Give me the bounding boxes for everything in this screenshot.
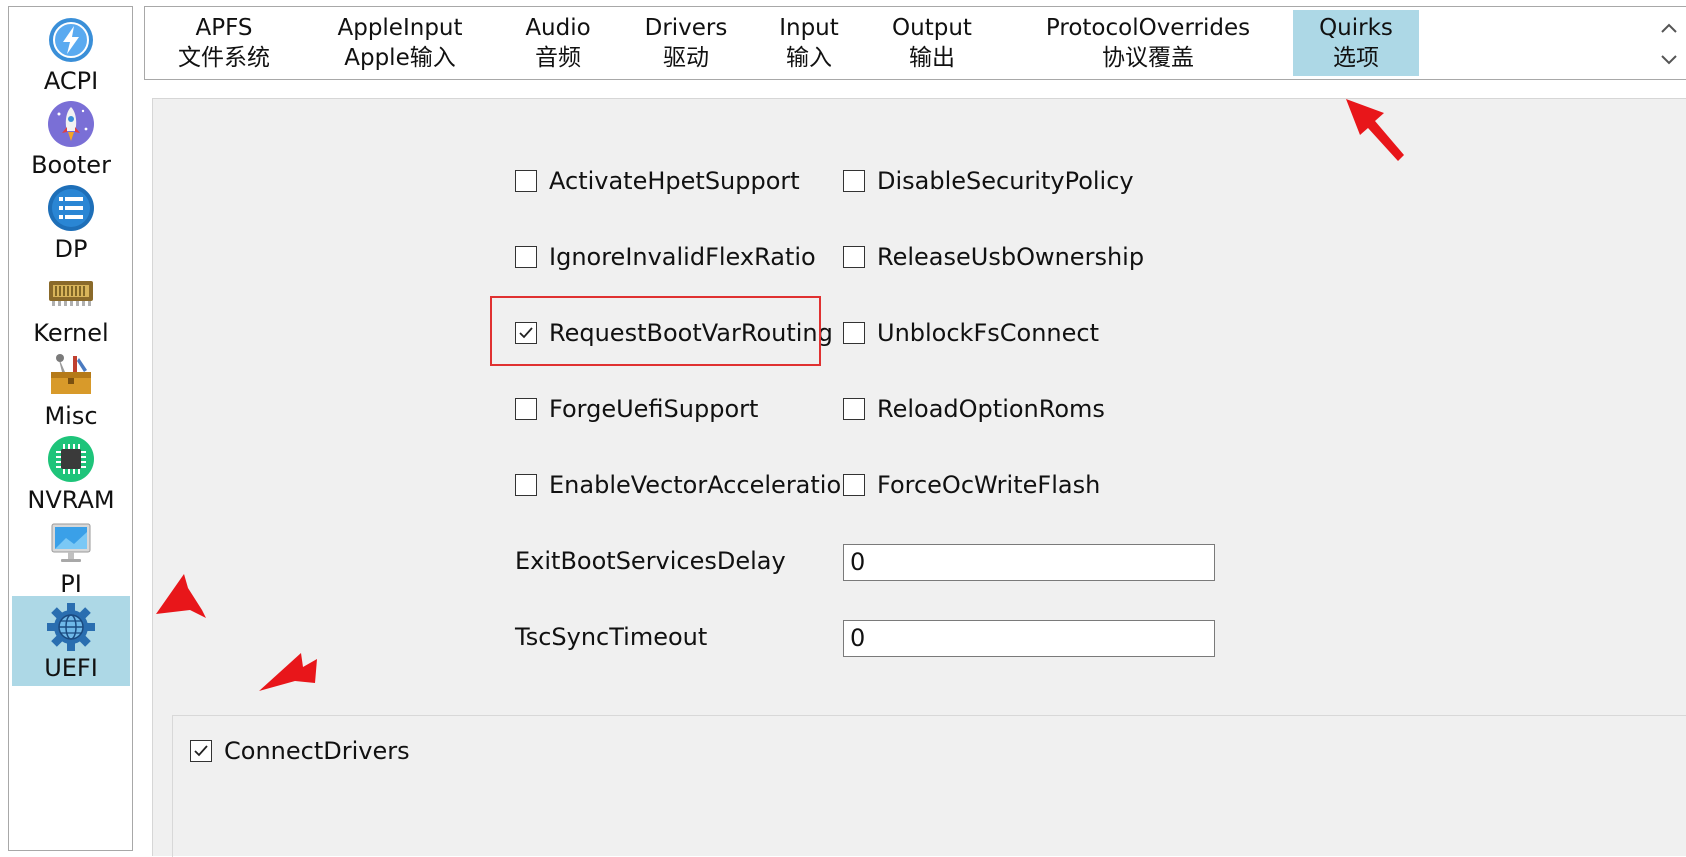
enablevectoracceleration-label: EnableVectorAcceleration bbox=[549, 471, 857, 499]
tab-label: AppleInput bbox=[337, 15, 463, 41]
tab-label: Input bbox=[779, 15, 839, 41]
tab-label: Audio bbox=[525, 15, 591, 41]
tab-sublabel: 输入 bbox=[786, 45, 832, 71]
releaseusbownership-label: ReleaseUsbOwnership bbox=[877, 243, 1145, 271]
tab-sublabel: 驱动 bbox=[663, 45, 709, 71]
tab-apfs[interactable]: APFS 文件系统 bbox=[155, 10, 293, 76]
tscsynctimeout-label: TscSyncTimeout bbox=[515, 623, 708, 651]
tab-label: Drivers bbox=[644, 15, 728, 41]
tab-output[interactable]: Output 输出 bbox=[879, 10, 985, 76]
annotation-arrow-icon bbox=[259, 653, 317, 691]
tab-scroll-buttons[interactable] bbox=[1656, 8, 1682, 74]
chevron-down-icon[interactable] bbox=[1661, 55, 1677, 65]
dp-list-icon bbox=[48, 185, 94, 231]
sidebar-item-kernel[interactable]: Kernel bbox=[12, 261, 130, 351]
checkmark-icon bbox=[194, 745, 208, 757]
tab-sublabel: 文件系统 bbox=[178, 45, 270, 71]
sidebar-item-uefi[interactable]: UEFI bbox=[12, 596, 130, 686]
ignoreinvalidflexratio-label: IgnoreInvalidFlexRatio bbox=[549, 243, 816, 271]
unblockfsconnect-checkbox[interactable] bbox=[843, 322, 865, 344]
chevron-up-icon[interactable] bbox=[1661, 23, 1677, 33]
disablesecuritypolicy-label: DisableSecurityPolicy bbox=[877, 167, 1134, 195]
tab-sublabel: Apple输入 bbox=[344, 45, 456, 71]
sidebar-item-dp[interactable]: DP bbox=[12, 177, 130, 267]
enablevectoracceleration-checkbox[interactable] bbox=[515, 474, 537, 496]
tab-sublabel: 输出 bbox=[909, 45, 955, 71]
tab-drivers[interactable]: Drivers 驱动 bbox=[627, 10, 745, 76]
unblockfsconnect-label: UnblockFsConnect bbox=[877, 319, 1099, 347]
sidebar-item-misc[interactable]: Misc bbox=[12, 344, 130, 434]
exitbootservicesdelay-input[interactable]: 0 bbox=[843, 544, 1215, 581]
tab-sublabel: 协议覆盖 bbox=[1102, 45, 1194, 71]
tab-label: APFS bbox=[195, 15, 253, 41]
forgeuefisupport-checkbox[interactable] bbox=[515, 398, 537, 420]
disablesecuritypolicy-checkbox[interactable] bbox=[843, 170, 865, 192]
tab-label: ProtocolOverrides bbox=[1045, 15, 1251, 41]
uefi-gear-icon bbox=[47, 603, 95, 651]
tab-label: Output bbox=[892, 15, 972, 41]
forgeuefisupport-label: ForgeUefiSupport bbox=[549, 395, 759, 423]
activatehpetsupport-label: ActivateHpetSupport bbox=[549, 167, 800, 195]
reloadoptionroms-label: ReloadOptionRoms bbox=[877, 395, 1105, 423]
sidebar-item-label: Booter bbox=[31, 151, 111, 179]
sidebar-item-booter[interactable]: Booter bbox=[12, 93, 130, 183]
annotation-arrow-icon bbox=[156, 574, 206, 618]
pi-monitor-icon bbox=[51, 523, 91, 562]
nvram-chip-icon bbox=[48, 436, 94, 482]
reloadoptionroms-checkbox[interactable] bbox=[843, 398, 865, 420]
acpi-lightning-icon bbox=[49, 18, 93, 62]
sidebar-item-pi[interactable]: PI bbox=[12, 512, 130, 602]
tab-audio[interactable]: Audio 音频 bbox=[507, 10, 609, 76]
sidebar-item-acpi[interactable]: ACPI bbox=[12, 9, 130, 99]
sidebar-item-label: NVRAM bbox=[27, 486, 115, 514]
tab-protocoloverrides[interactable]: ProtocolOverrides 协议覆盖 bbox=[1023, 10, 1273, 76]
connectdrivers-label: ConnectDrivers bbox=[224, 737, 410, 765]
tab-sublabel: 选项 bbox=[1333, 45, 1379, 71]
tab-input[interactable]: Input 输入 bbox=[759, 10, 859, 76]
sidebar-item-label: Kernel bbox=[33, 319, 109, 347]
tab-quirks[interactable]: Quirks 选项 bbox=[1293, 10, 1419, 76]
sidebar: ACPI Booter DP Kernel Misc NVRAM PI UEFI bbox=[8, 6, 133, 851]
sidebar-item-label: ACPI bbox=[43, 67, 99, 95]
releaseusbownership-checkbox[interactable] bbox=[843, 246, 865, 268]
sidebar-item-label: UEFI bbox=[44, 654, 98, 682]
sidebar-item-nvram[interactable]: NVRAM bbox=[12, 428, 130, 518]
forceocwriteflash-label: ForceOcWriteFlash bbox=[877, 471, 1101, 499]
tab-appleinput[interactable]: AppleInput Apple输入 bbox=[325, 10, 475, 76]
booter-rocket-icon bbox=[48, 101, 94, 147]
ignoreinvalidflexratio-checkbox[interactable] bbox=[515, 246, 537, 268]
highlight-box bbox=[490, 296, 821, 366]
kernel-chip-icon bbox=[49, 281, 93, 306]
sidebar-item-label: Misc bbox=[44, 402, 98, 430]
misc-toolbox-icon bbox=[51, 354, 91, 394]
sidebar-item-label: PI bbox=[60, 570, 82, 598]
activatehpetsupport-checkbox[interactable] bbox=[515, 170, 537, 192]
sidebar-item-label: DP bbox=[54, 235, 88, 263]
tab-bar: APFS 文件系统 AppleInput Apple输入 Audio 音频 Dr… bbox=[144, 6, 1686, 80]
exitbootservicesdelay-label: ExitBootServicesDelay bbox=[515, 547, 786, 575]
tab-sublabel: 音频 bbox=[535, 45, 581, 71]
forceocwriteflash-checkbox[interactable] bbox=[843, 474, 865, 496]
connect-drivers-group: ConnectDrivers bbox=[172, 715, 1686, 857]
tab-label: Quirks bbox=[1319, 15, 1393, 41]
annotation-arrow-icon bbox=[1346, 99, 1404, 161]
tscsynctimeout-input[interactable]: 0 bbox=[843, 620, 1215, 657]
quirks-panel: ActivateHpetSupport IgnoreInvalidFlexRat… bbox=[152, 98, 1686, 857]
connectdrivers-checkbox[interactable] bbox=[190, 740, 212, 762]
